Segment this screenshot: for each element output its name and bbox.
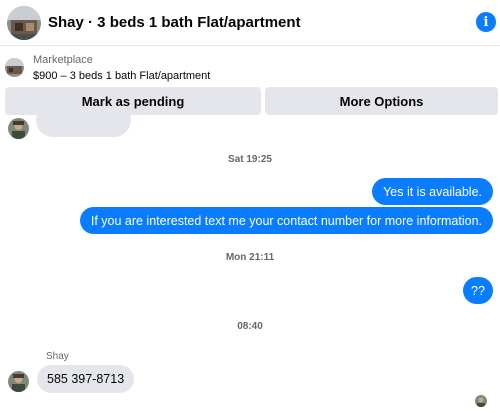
contact-avatar[interactable]: [7, 6, 41, 40]
contact-avatar-small: [8, 118, 29, 139]
outgoing-message[interactable]: If you are interested text me your conta…: [79, 207, 493, 234]
previous-incoming-bubble: [36, 115, 131, 137]
info-icon[interactable]: i: [476, 12, 496, 32]
previous-message-meta: [140, 117, 180, 123]
marketplace-listing[interactable]: Marketplace $900 – 3 beds 1 bath Flat/ap…: [0, 47, 500, 87]
mark-as-pending-button[interactable]: Mark as pending: [5, 87, 261, 115]
outgoing-message[interactable]: Yes it is available.: [372, 178, 493, 205]
sender-name: Shay: [46, 351, 69, 362]
listing-source-label: Marketplace: [33, 54, 93, 66]
listing-price-title: $900 – 3 beds 1 bath Flat/apartment: [33, 70, 211, 82]
incoming-message[interactable]: 585 397-8713: [37, 365, 135, 393]
timestamp: 08:40: [237, 321, 263, 332]
outgoing-message[interactable]: ??: [463, 277, 493, 304]
conversation-header: Shay · 3 beds 1 bath Flat/apartment i: [0, 0, 500, 46]
conversation-title: Shay · 3 beds 1 bath Flat/apartment: [48, 14, 301, 31]
more-options-button[interactable]: More Options: [265, 87, 498, 115]
message-thread[interactable]: Sat 19:25 Yes it is available. If you ar…: [0, 115, 500, 413]
listing-thumbnail: [5, 58, 24, 77]
read-receipt-avatar: [475, 395, 487, 407]
timestamp: Mon 21:11: [225, 252, 275, 263]
timestamp: Sat 19:25: [228, 154, 272, 165]
contact-avatar-small: [8, 371, 29, 392]
